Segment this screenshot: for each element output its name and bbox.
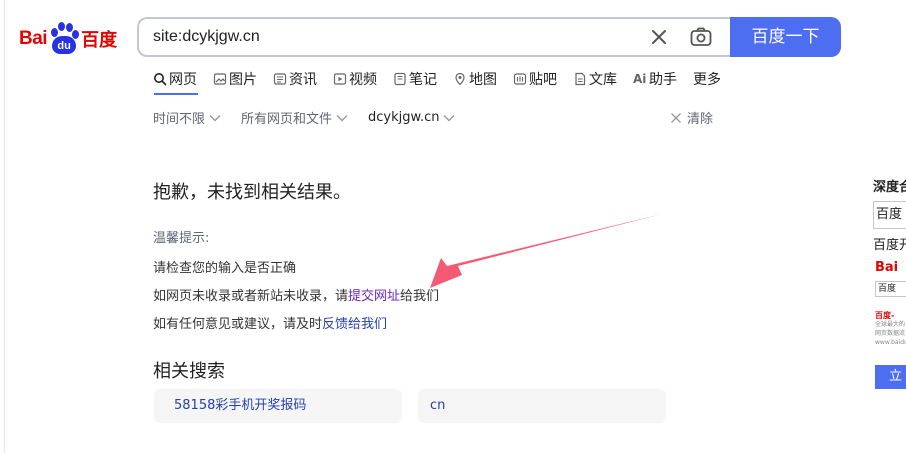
search-input[interactable] — [153, 19, 633, 55]
related-search-item[interactable]: 58158彩手机开奖报码 — [154, 389, 402, 423]
tab-map[interactable]: 地图 — [453, 68, 497, 90]
tip-feedback: 如有任何意见或建议，请及时反馈给我们 — [153, 313, 439, 332]
right-panel-text: 百度开 — [873, 238, 906, 253]
filter-label: 时间不限 — [153, 112, 206, 127]
related-searches-title: 相关搜索 — [153, 361, 225, 382]
tip-text: 给我们 — [400, 289, 440, 304]
tab-label: 视频 — [349, 72, 377, 88]
clear-filter-label: 清除 — [687, 112, 714, 127]
logo-text-du: du — [52, 36, 77, 54]
wenku-icon — [575, 72, 586, 86]
search-tabs: 网页 图片 资讯 视频 笔记 地图 贴吧 文库 Ai 助手 更多 — [153, 68, 737, 96]
feedback-link[interactable]: 反馈给我们 — [322, 317, 387, 332]
filter-time[interactable]: 时间不限 — [153, 108, 221, 127]
tab-label: 贴吧 — [529, 72, 557, 88]
clear-filter-button[interactable]: 清除 — [670, 108, 713, 127]
tab-label: 更多 — [693, 72, 721, 88]
tab-label: 助手 — [649, 72, 677, 88]
image-icon — [213, 73, 227, 85]
right-panel-logo: Bai — [875, 260, 899, 275]
active-tab-indicator — [154, 93, 198, 95]
tab-images[interactable]: 图片 — [213, 68, 257, 90]
tab-web[interactable]: 网页 — [153, 68, 197, 90]
preview-title: 百度- — [875, 311, 895, 320]
tab-label: 资讯 — [289, 72, 317, 88]
tab-label: 笔记 — [409, 72, 437, 88]
chevron-down-icon — [209, 114, 221, 121]
right-panel-search-box[interactable]: 百度 — [873, 201, 906, 229]
search-box — [137, 17, 730, 57]
right-panel-title: 深度合 — [873, 180, 906, 195]
related-search-item[interactable]: cn — [418, 389, 666, 423]
filter-label: dcykjgw.cn — [368, 110, 440, 125]
right-panel-mini-search: 百度 — [875, 281, 906, 297]
search-icon — [154, 73, 167, 86]
chevron-down-icon — [443, 114, 455, 121]
logo-text-bai: Bai — [19, 28, 48, 49]
paw-icon: du — [48, 22, 80, 56]
tip-text: 如网页未收录或者新站未收录，请 — [153, 289, 349, 304]
tab-label: 文库 — [589, 72, 617, 88]
tips-section: 温馨提示: 请检查您的输入是否正确 如网页未收录或者新站未收录，请提交网址给我们… — [153, 227, 439, 341]
submit-url-link[interactable]: 提交网址 — [348, 289, 400, 304]
no-result-message: 抱歉，未找到相关结果。 — [153, 182, 351, 203]
right-side-panel: 深度合 百度 百度开 Bai 百度 百度- 全球最大的 网页数据流 www.ba… — [873, 176, 906, 389]
preview-line: 全球最大的 — [875, 321, 906, 328]
preview-url: www.baidu — [875, 339, 906, 346]
filter-site[interactable]: dcykjgw.cn — [368, 108, 455, 127]
tab-notes[interactable]: 笔记 — [393, 68, 437, 90]
tab-news[interactable]: 资讯 — [273, 68, 317, 90]
preview-line: 网页数据流 — [875, 330, 906, 337]
tab-wenku[interactable]: 文库 — [573, 68, 617, 90]
tab-tieba[interactable]: 贴吧 — [513, 68, 557, 90]
news-icon — [273, 73, 287, 85]
tip-text: 如有任何意见或建议，请及时 — [153, 317, 323, 332]
tab-label: 地图 — [469, 72, 497, 88]
video-icon — [333, 73, 347, 85]
tieba-icon — [513, 73, 527, 85]
clear-search-icon[interactable] — [649, 27, 669, 47]
camera-icon[interactable] — [689, 25, 713, 49]
chevron-down-icon — [336, 114, 348, 121]
tab-video[interactable]: 视频 — [333, 68, 377, 90]
map-icon — [455, 72, 465, 86]
note-icon — [394, 72, 406, 86]
filter-label: 所有网页和文件 — [241, 112, 333, 127]
right-panel-button[interactable]: 立 — [875, 365, 906, 389]
filter-type[interactable]: 所有网页和文件 — [241, 108, 348, 127]
logo-text-cn: 百度 — [81, 30, 118, 51]
tab-more[interactable]: 更多 — [693, 68, 721, 90]
tab-label: 网页 — [169, 72, 197, 88]
search-button[interactable]: 百度一下 — [730, 17, 841, 57]
ai-icon: Ai — [633, 72, 647, 86]
filter-bar: 时间不限 所有网页和文件 dcykjgw.cn — [153, 108, 475, 127]
tab-label: 图片 — [229, 72, 257, 88]
tab-assistant[interactable]: Ai 助手 — [633, 68, 677, 90]
right-panel-preview: 百度- 全球最大的 网页数据流 www.baidu — [875, 311, 906, 347]
tips-title: 温馨提示: — [153, 231, 210, 246]
tip-submit-url: 如网页未收录或者新站未收录，请提交网址给我们 — [153, 285, 440, 304]
baidu-logo[interactable]: Bai du 百度 — [19, 22, 117, 56]
tip-check-input: 请检查您的输入是否正确 — [153, 261, 297, 276]
close-icon — [671, 112, 681, 123]
